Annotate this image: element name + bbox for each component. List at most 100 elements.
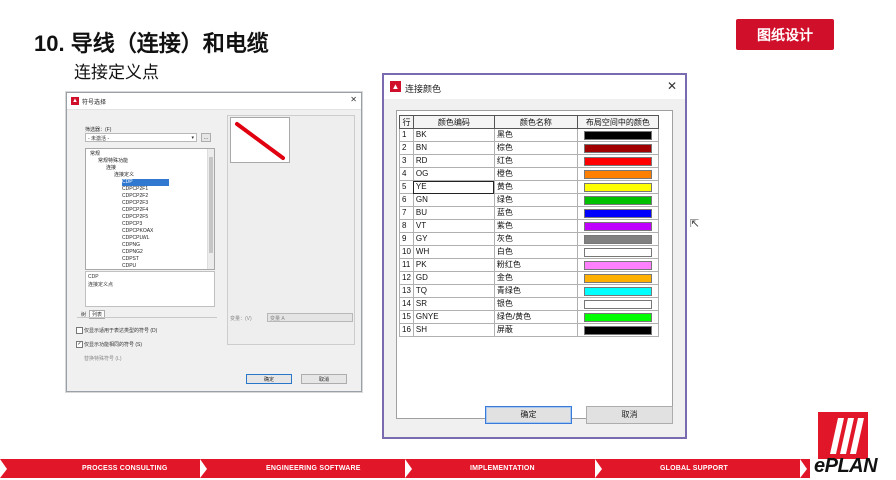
table-row[interactable]: 11 PK 粉红色	[399, 258, 659, 272]
color-code-cell[interactable]: BK	[412, 128, 495, 142]
color-name-cell[interactable]: 红色	[493, 154, 578, 168]
variant-dropdown[interactable]: 变量 A	[267, 313, 353, 322]
layout-color-cell[interactable]	[576, 219, 659, 233]
layout-color-cell[interactable]	[576, 167, 659, 181]
row-number[interactable]: 12	[399, 271, 414, 285]
layout-color-cell[interactable]	[576, 206, 659, 220]
col-header-code[interactable]: 颜色编码	[412, 115, 495, 129]
table-row[interactable]: 16 SH 屏蔽	[399, 323, 659, 337]
tree-item[interactable]: CDP	[122, 179, 169, 186]
color-code-cell[interactable]: GN	[412, 193, 495, 207]
layout-color-cell[interactable]	[576, 271, 659, 285]
table-row[interactable]: 8 VT 紫色	[399, 219, 659, 233]
table-row[interactable]: 14 SR 银色	[399, 297, 659, 311]
cancel-button[interactable]: 取消	[301, 374, 347, 384]
color-name-cell[interactable]: 绿色/黄色	[493, 310, 578, 324]
layout-color-cell[interactable]	[576, 310, 659, 324]
layout-color-cell[interactable]	[576, 141, 659, 155]
color-name-cell[interactable]: 棕色	[493, 141, 578, 155]
col-header-row[interactable]: 行	[399, 115, 414, 129]
cancel-button[interactable]: 取消	[586, 406, 673, 424]
tree-item[interactable]: CDPCP2F4	[122, 207, 148, 214]
col-header-layout-color[interactable]: 布局空间中的颜色	[576, 115, 659, 129]
table-row[interactable]: 9 GY 灰色	[399, 232, 659, 246]
color-name-cell[interactable]: 青绿色	[493, 284, 578, 298]
table-row[interactable]: 10 WH 白色	[399, 245, 659, 259]
color-name-cell[interactable]: 黄色	[493, 180, 578, 194]
row-number[interactable]: 14	[399, 297, 414, 311]
row-number[interactable]: 5	[399, 180, 414, 194]
row-number[interactable]: 10	[399, 245, 414, 259]
row-number[interactable]: 15	[399, 310, 414, 324]
layout-color-cell[interactable]	[576, 284, 659, 298]
table-row[interactable]: 3 RD 红色	[399, 154, 659, 168]
tree-item[interactable]: CDPCPLWL	[122, 235, 149, 242]
layout-color-cell[interactable]	[576, 258, 659, 272]
row-number[interactable]: 8	[399, 219, 414, 233]
color-code-cell[interactable]: GD	[412, 271, 495, 285]
color-name-cell[interactable]: 灰色	[493, 232, 578, 246]
tree-item[interactable]: CDPCP3	[122, 221, 142, 228]
color-code-cell[interactable]: SR	[412, 297, 495, 311]
table-row[interactable]: 1 BK 黑色	[399, 128, 659, 142]
row-number[interactable]: 6	[399, 193, 414, 207]
table-row[interactable]: 5 YE 黄色	[399, 180, 659, 194]
color-name-cell[interactable]: 白色	[493, 245, 578, 259]
filter-dropdown[interactable]: - 未激活 - ▾	[85, 133, 197, 142]
color-code-cell[interactable]: GY	[412, 232, 495, 246]
row-number[interactable]: 16	[399, 323, 414, 337]
tree-item[interactable]: CDPNG2	[122, 249, 143, 256]
tree-item[interactable]: CDPCP2F5	[122, 214, 148, 221]
color-name-cell[interactable]: 绿色	[493, 193, 578, 207]
tree-item[interactable]: 常规特殊功能	[98, 158, 128, 165]
filter-browse-button[interactable]: ...	[201, 133, 211, 142]
checkbox-same-function[interactable]: ✓	[76, 341, 83, 348]
table-row[interactable]: 4 OG 橙色	[399, 167, 659, 181]
color-code-cell[interactable]: VT	[412, 219, 495, 233]
color-name-cell[interactable]: 银色	[493, 297, 578, 311]
color-code-cell[interactable]: OG	[412, 167, 495, 181]
table-row[interactable]: 6 GN 绿色	[399, 193, 659, 207]
checkbox-applicable-symbols[interactable]	[76, 327, 83, 334]
color-code-cell[interactable]: YE	[412, 180, 495, 194]
table-row[interactable]: 2 BN 棕色	[399, 141, 659, 155]
color-code-cell[interactable]: GNYE	[412, 310, 495, 324]
tree-item[interactable]: 常规	[90, 151, 100, 158]
row-number[interactable]: 3	[399, 154, 414, 168]
color-name-cell[interactable]: 蓝色	[493, 206, 578, 220]
layout-color-cell[interactable]	[576, 232, 659, 246]
color-code-cell[interactable]: WH	[412, 245, 495, 259]
layout-color-cell[interactable]	[576, 128, 659, 142]
layout-color-cell[interactable]	[576, 180, 659, 194]
color-name-cell[interactable]: 黑色	[493, 128, 578, 142]
color-code-cell[interactable]: SH	[412, 323, 495, 337]
row-number[interactable]: 4	[399, 167, 414, 181]
ok-button[interactable]: 确定	[485, 406, 572, 424]
layout-color-cell[interactable]	[576, 193, 659, 207]
table-row[interactable]: 15 GNYE 绿色/黄色	[399, 310, 659, 324]
close-icon[interactable]: ✕	[350, 95, 357, 104]
tree-item[interactable]: CDPCP2F3	[122, 200, 148, 207]
row-number[interactable]: 2	[399, 141, 414, 155]
row-number[interactable]: 7	[399, 206, 414, 220]
layout-color-cell[interactable]	[576, 154, 659, 168]
color-code-cell[interactable]: PK	[412, 258, 495, 272]
color-name-cell[interactable]: 粉红色	[493, 258, 578, 272]
tree-item[interactable]: CDPST	[122, 256, 139, 263]
row-number[interactable]: 11	[399, 258, 414, 272]
tree-item[interactable]: CDPCPKOAX	[122, 228, 153, 235]
color-code-cell[interactable]: RD	[412, 154, 495, 168]
col-header-name[interactable]: 颜色名称	[493, 115, 578, 129]
tree-item[interactable]: 连接	[106, 165, 116, 172]
tree-item[interactable]: CDPCP2F2	[122, 193, 148, 200]
ok-button[interactable]: 确定	[246, 374, 292, 384]
color-name-cell[interactable]: 紫色	[493, 219, 578, 233]
tree-item[interactable]: CDPNG	[122, 242, 140, 249]
table-row[interactable]: 7 BU 蓝色	[399, 206, 659, 220]
tree-item[interactable]: 连接定义	[114, 172, 134, 179]
layout-color-cell[interactable]	[576, 297, 659, 311]
color-name-cell[interactable]: 金色	[493, 271, 578, 285]
tree-item[interactable]: CDPCP2F1	[122, 186, 148, 193]
symbol-tree[interactable]: 常规 常规特殊功能 连接 连接定义 CDP CDPCP2F1 CDPCP2F2 CDPCP2F…	[85, 148, 215, 270]
tree-item[interactable]: CDPU	[122, 263, 136, 270]
